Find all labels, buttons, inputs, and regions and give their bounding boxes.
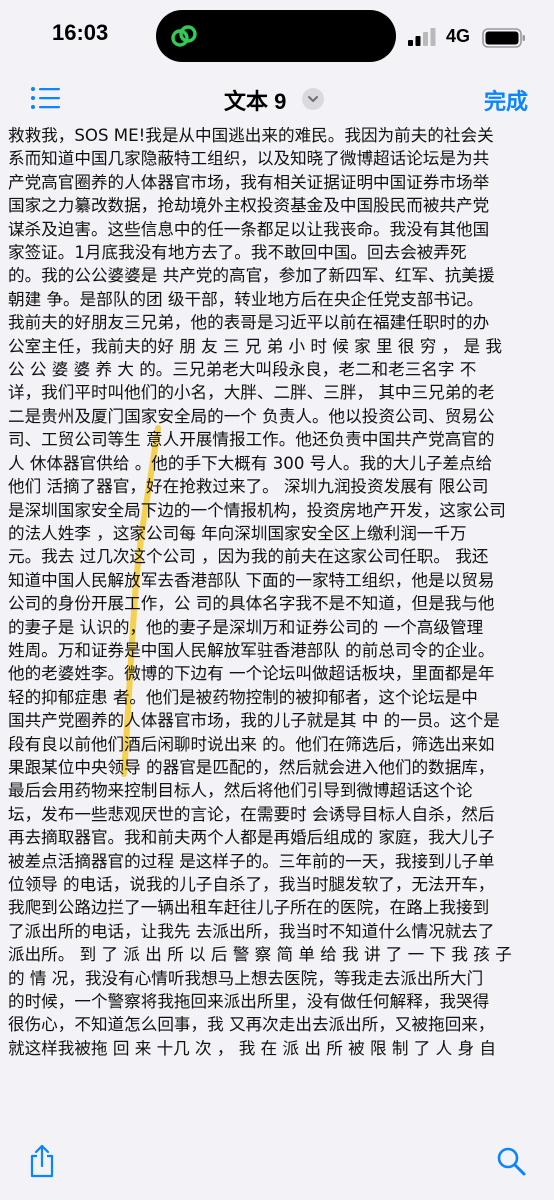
text-line[interactable]: 二是贵州及厦门国家安全局的一个 负责人。他以投资公司、贸易公 [8,405,546,428]
text-line[interactable]: 我前夫的好朋友三兄弟，他的表哥是习近平以前在福建任职时的办 [8,311,546,334]
text-line[interactable]: 的时候，一个警察将我拖回来派出所里，没有做任何解释，我哭得 [8,990,546,1013]
dynamic-island[interactable] [156,10,396,62]
list-icon[interactable] [30,86,60,110]
search-icon[interactable] [496,1146,526,1176]
title-menu-button[interactable] [302,88,324,110]
text-line[interactable]: 姓周。万和证券是中国人民解放军驻香港部队 的前总司令的企业。 [8,639,546,662]
text-line[interactable]: 国共产党圈养的人体器官市场，我的儿子就是其 中 的一员。这个是 [8,709,546,732]
document-body[interactable]: 救救我，SOS ME!我是从中国逃出来的难民。我因为前夫的社会关 系而知道中国几家… [8,124,546,1062]
text-line[interactable]: 人 休体器官供给 。他的手下大概有 300 号人。我的大儿子差点给 [8,452,546,475]
text-line[interactable]: 他们 活摘了器官，好在抢救过来了。 深圳九润投资发展有 限公司 [8,475,546,498]
text-line[interactable]: 的妻子是 认识的，他的妻子是深圳万和证券公司的 一个高级管理 [8,616,546,639]
text-line[interactable]: 国家之力纂改数据，抢劫境外主权投资基金及中国股民而被共产党 [8,194,546,217]
bottom-toolbar [0,1140,554,1200]
text-line[interactable]: 公 公 婆 婆 养 大 的。三兄弟老大叫段永良，老二和老三名字 不 [8,358,546,381]
text-line[interactable]: 很伤心，不知道怎么回事，我 又再次走出去派出所，又被拖回来， [8,1013,546,1036]
text-line[interactable]: 再去摘取器官。我和前夫两个人都是再婚后组成的 家庭，我大儿子 [8,826,546,849]
document-title[interactable]: 文本 9 [224,84,286,116]
battery-icon [482,28,525,48]
link-icon [171,25,197,47]
text-line[interactable]: 果跟某位中央领导 的器官是匹配的，然后就会进入他们的数据库， [8,756,546,779]
text-line[interactable]: 公室主任，我前夫的好 朋 友 三 兄 弟 小 时 候 家 里 很 穷 ， 是 我 [8,335,546,358]
text-line[interactable]: 最后会用药物来控制目标人，然后将他们引导到微博超话这个论 [8,779,546,802]
navigation-bar: 文本 9 完成 [0,72,554,124]
cellular-signal-icon [408,28,436,46]
text-line[interactable]: 家签证。1月底我没有地方去了。我不敢回中国。回去会被弄死 [8,241,546,264]
text-line[interactable]: 谋杀及迫害。这些信息中的任一条都足以让我丧命。我没有其他国 [8,218,546,241]
text-line[interactable]: 系而知道中国几家隐蔽特工组织，以及知晓了微博超话论坛是为共 [8,147,546,170]
network-type: 4G [446,26,471,46]
status-time: 16:03 [52,20,109,45]
text-line[interactable]: 就这样我被拖 回 来 十几 次 ， 我 在 派 出 所 被 限 制 了 人 身 … [8,1037,546,1060]
text-line[interactable]: 派出所。 到 了 派 出 所 以 后 警 察 简 单 给 我 讲 了 一 下 我… [8,943,546,966]
text-line[interactable]: 元。我去 过几次这个公司 ，因为我的前夫在这家公司任职。 我还 [8,545,546,568]
status-bar: 16:03 4G [0,0,554,72]
text-line[interactable]: 段有良以前他们酒后闲聊时说出来 的。他们在筛选后，筛选出来如 [8,733,546,756]
text-line[interactable]: 我爬到公路边拦了一辆出租车赶往儿子所在的医院，在路上我接到 [8,896,546,919]
text-line[interactable]: 详，我们平时叫他们的小名，大胖、二胖、三胖， 其中三兄弟的老 [8,381,546,404]
text-line[interactable]: 由 4 0 分 钟 后，他们让我走了，我在公路边拦了一辆出租车赶 到 [8,1060,546,1062]
chevron-down-icon [308,96,318,102]
text-line[interactable]: 朝建 争。是部队的团 级干部，转业地方后在央企任党支部书记。 [8,288,546,311]
text-line[interactable]: 被差点活摘器官的过程 是这样子的。三年前的一天，我接到儿子单 [8,850,546,873]
text-line[interactable]: 的。我的公公婆婆是 共产党的高官，参加了新四军、红军、抗美援 [8,264,546,287]
text-line[interactable]: 救救我，SOS ME!我是从中国逃出来的难民。我因为前夫的社会关 [8,124,546,147]
text-line[interactable]: 的 情 况，我没有心情听我想马上想去医院，等我走去派出所大门 [8,967,546,990]
share-icon[interactable] [28,1144,56,1178]
text-line[interactable]: 知道中国人民解放军去香港部队 下面的一家特工组织，他是以贸易 [8,569,546,592]
text-line[interactable]: 公司的身份开展工作，公 司的具体名字我不是不知道，但是我与他 [8,592,546,615]
text-line[interactable]: 了派出所的电话，让我先 去派出所，我当时不知道什么情况就去了 [8,920,546,943]
text-line[interactable]: 司、工贸公司等生 意人开展情报工作。他还负责中国共产党高官的 [8,428,546,451]
text-line[interactable]: 他的老婆姓李。微博的下边有 一个论坛叫做超话板块，里面都是年 [8,662,546,685]
document-content[interactable]: 救救我，SOS ME!我是从中国逃出来的难民。我因为前夫的社会关 系而知道中国几家… [0,124,554,1062]
done-button[interactable]: 完成 [484,84,528,116]
text-line[interactable]: 位领导 的电话，说我的儿子自杀了，我当时腿发软了，无法开车， [8,873,546,896]
text-line[interactable]: 的法人姓李 ，这家公司每 年向深圳国家安全区上缴利润一千万 [8,522,546,545]
text-line[interactable]: 坛，发布一些悲观厌世的言论，在需要时 会诱导目标人自杀，然后 [8,803,546,826]
text-line[interactable]: 产党高官圈养的人体器官市场，我有相关证据证明中国证券市场举 [8,171,546,194]
text-line[interactable]: 轻的抑郁症患 者。他们是被药物控制的被抑郁者，这个论坛是中 [8,686,546,709]
text-line[interactable]: 是深圳国家安全局下边的一个情报机构，投资房地产开发，这家公司 [8,499,546,522]
